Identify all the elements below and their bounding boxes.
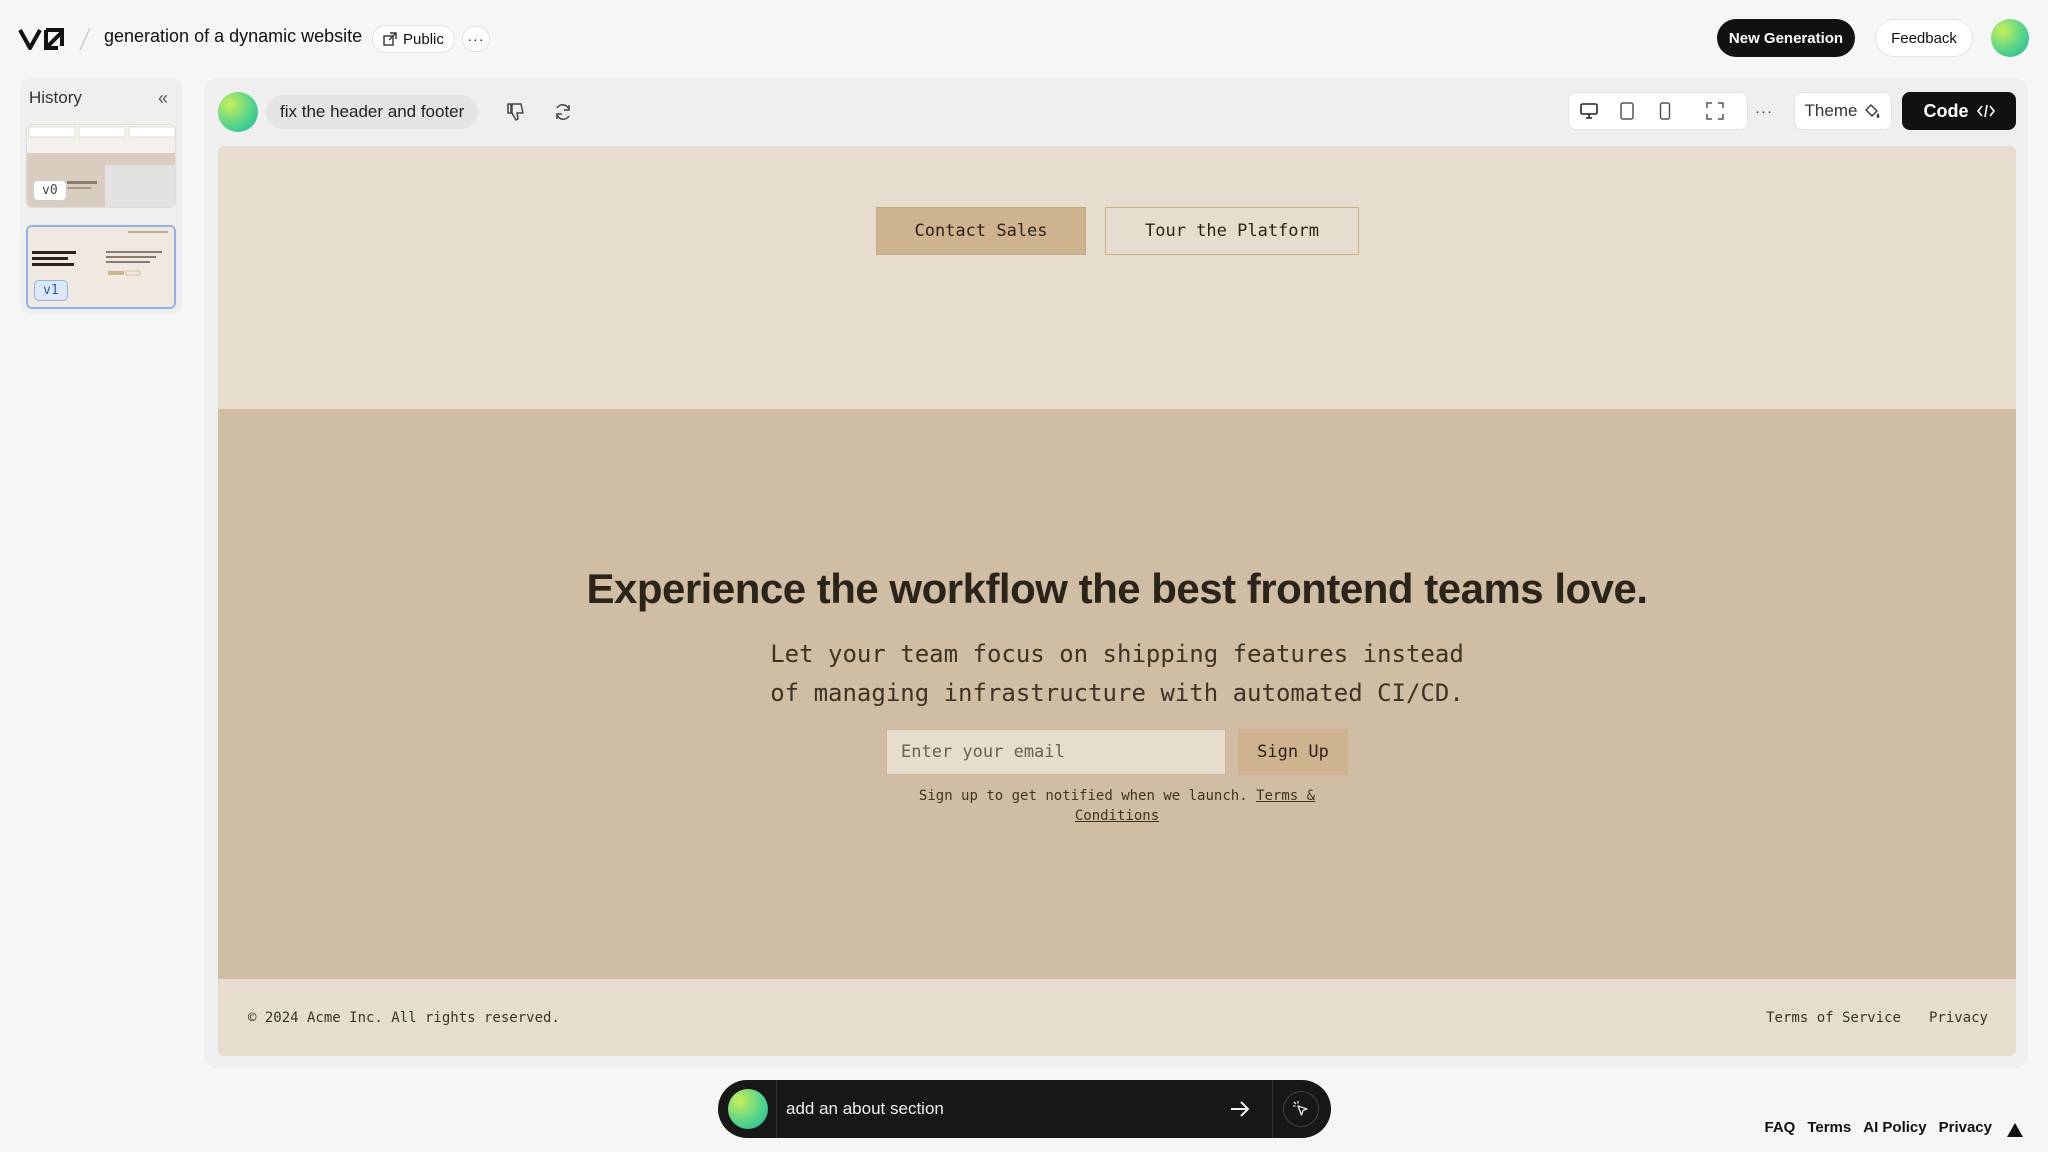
new-generation-button[interactable]: New Generation: [1717, 19, 1855, 57]
code-brackets-icon: [1976, 104, 1995, 118]
hero-section: Contact Sales Tour the Platform: [218, 146, 2016, 409]
v0-logo[interactable]: [18, 24, 70, 54]
desktop-icon[interactable]: [1579, 101, 1599, 121]
chevrons-left-icon[interactable]: «: [158, 88, 168, 109]
device-switcher: [1568, 92, 1748, 130]
visibility-button[interactable]: Public: [372, 25, 455, 53]
contact-sales-button[interactable]: Contact Sales: [876, 207, 1086, 255]
cta-subtitle: Let your team focus on shipping features…: [770, 640, 1464, 707]
copyright-text: © 2024 Acme Inc. All rights reserved.: [248, 1010, 560, 1026]
prompt-input[interactable]: add an about section: [786, 1099, 944, 1119]
paint-bucket-icon: [1865, 104, 1880, 119]
sign-up-button[interactable]: Sign Up: [1238, 729, 1348, 775]
arrow-right-icon[interactable]: [1228, 1097, 1252, 1121]
site-footer: © 2024 Acme Inc. All rights reserved. Te…: [218, 979, 2016, 1056]
history-version-v0[interactable]: v0: [26, 124, 176, 208]
history-title: History: [29, 88, 82, 107]
theme-label: Theme: [1804, 101, 1858, 120]
chat-avatar: [728, 1089, 768, 1129]
prompt-pill[interactable]: fix the header and footer: [266, 95, 479, 129]
bottom-link-terms[interactable]: Terms: [1807, 1119, 1851, 1136]
fullscreen-icon[interactable]: [1705, 101, 1725, 121]
version-badge: v0: [33, 180, 67, 201]
divider: [1272, 1080, 1273, 1138]
project-title[interactable]: generation of a dynamic website: [104, 26, 362, 47]
external-share-icon: [383, 32, 397, 46]
divider: [776, 1080, 777, 1138]
prompt-bar: add an about section: [718, 1080, 1331, 1138]
code-label: Code: [1923, 100, 1969, 121]
regenerate-icon[interactable]: [551, 100, 575, 124]
thumbs-down-icon[interactable]: [504, 100, 528, 124]
breadcrumb-separator: [79, 27, 91, 51]
user-avatar[interactable]: [1991, 19, 2029, 57]
cta-section: Experience the workflow the best fronten…: [218, 409, 2016, 979]
top-bar: generation of a dynamic website Public ·…: [0, 0, 2048, 76]
footer-links: Terms of Service Privacy: [1766, 1010, 1988, 1026]
preview-more-button[interactable]: ···: [1750, 92, 1778, 130]
theme-button[interactable]: Theme: [1794, 92, 1892, 130]
version-badge: v1: [34, 280, 68, 301]
project-more-button[interactable]: ···: [462, 26, 490, 52]
bottom-link-faq[interactable]: FAQ: [1764, 1119, 1795, 1136]
bottom-link-ai-policy[interactable]: AI Policy: [1863, 1119, 1926, 1136]
notify-message: Sign up to get notified when we launch.: [918, 788, 1248, 804]
history-version-v1[interactable]: v1: [26, 225, 176, 309]
website-preview: Contact Sales Tour the Platform Experien…: [218, 146, 2016, 1056]
feedback-button[interactable]: Feedback: [1875, 19, 1973, 57]
notify-text: Sign up to get notified when we launch. …: [892, 786, 1342, 826]
element-select-icon[interactable]: [1283, 1091, 1319, 1127]
vercel-triangle-icon[interactable]: [2006, 1122, 2024, 1138]
footer-link-terms[interactable]: Terms of Service: [1766, 1010, 1901, 1026]
visibility-label: Public: [403, 30, 444, 48]
bottom-link-privacy[interactable]: Privacy: [1939, 1119, 1992, 1136]
prompt-author-avatar: [218, 92, 258, 132]
tablet-icon[interactable]: [1617, 101, 1637, 121]
footer-link-privacy[interactable]: Privacy: [1929, 1010, 1988, 1026]
code-button[interactable]: Code: [1902, 92, 2016, 130]
email-input[interactable]: [886, 729, 1226, 775]
bottom-links: FAQ Terms AI Policy Privacy: [1764, 1119, 1992, 1136]
cta-title: Experience the workflow the best fronten…: [586, 565, 1648, 612]
tour-platform-button[interactable]: Tour the Platform: [1105, 207, 1359, 255]
history-panel: History « v0 v1: [20, 78, 182, 314]
mobile-icon[interactable]: [1655, 101, 1675, 121]
